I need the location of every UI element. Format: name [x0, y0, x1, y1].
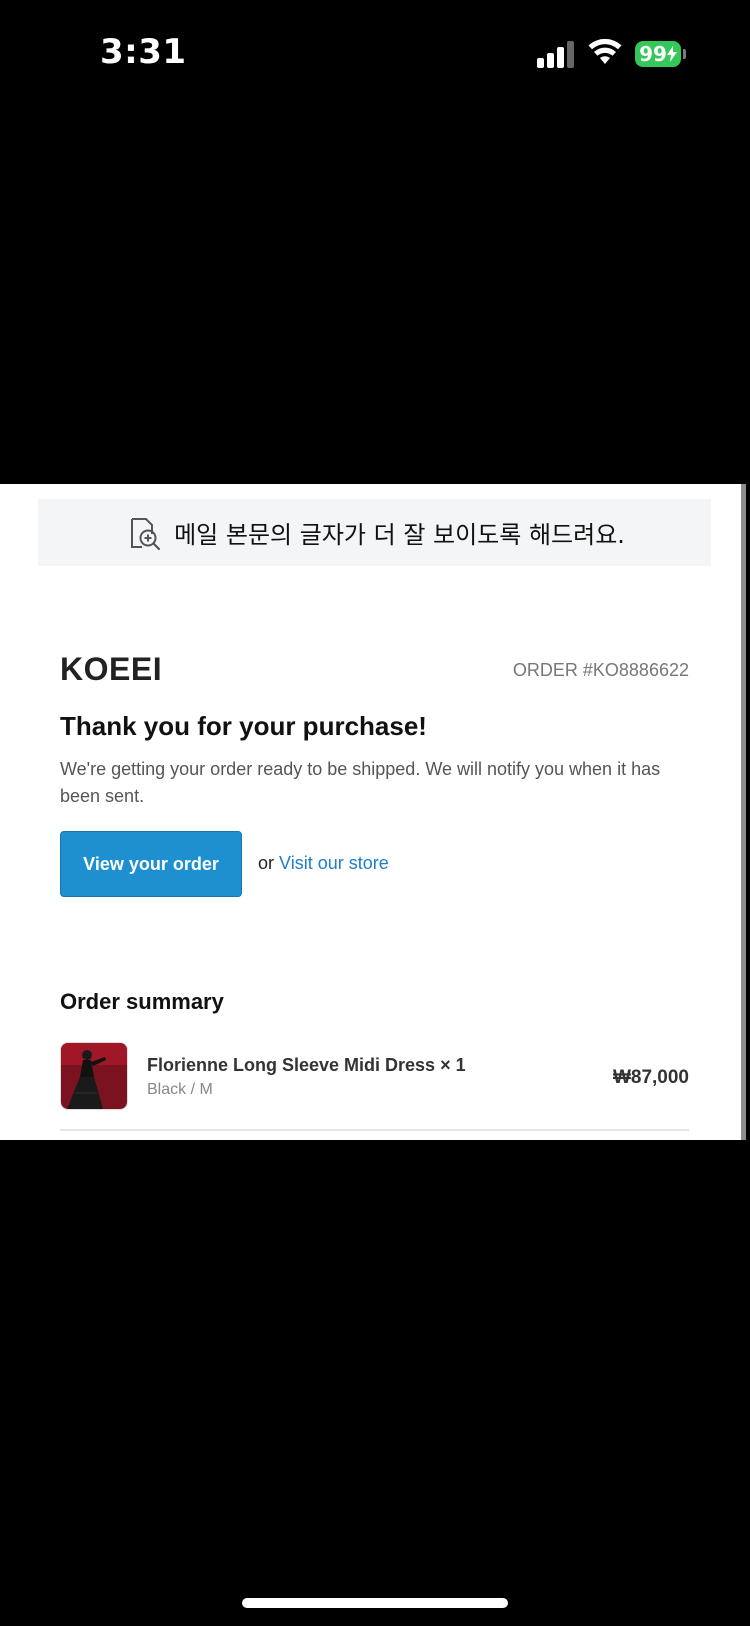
or-text: or [258, 853, 275, 873]
order-summary-heading: Order summary [60, 989, 224, 1014]
battery-cap [683, 49, 686, 59]
zoom-banner-text: 메일 본문의 글자가 더 잘 보이도록 해드려요. [174, 521, 625, 549]
product-price: ₩87,000 [612, 1067, 689, 1088]
charging-bolt-icon [666, 46, 677, 62]
battery-level: 99 [639, 42, 667, 66]
product-thumbnail [60, 1042, 128, 1110]
store-logo: KOEEI [60, 651, 163, 687]
zoom-text-banner[interactable]: 메일 본문의 글자가 더 잘 보이도록 해드려요. [38, 499, 711, 566]
product-name: Florienne Long Sleeve Midi Dress × 1 [147, 1055, 466, 1075]
thank-you-heading: Thank you for your purchase! [60, 711, 427, 741]
zoom-in-document-icon [131, 517, 161, 550]
scrollbar[interactable] [741, 484, 746, 1140]
wifi-icon [588, 38, 622, 64]
home-indicator[interactable] [242, 1598, 508, 1608]
status-bar: 3:31 99 [0, 0, 750, 110]
view-order-button[interactable]: View your order [60, 831, 242, 897]
order-number: ORDER #KO8886622 [512, 660, 689, 680]
cellular-signal-icon [537, 40, 575, 68]
shipping-message: We're getting your order ready to be shi… [60, 759, 661, 806]
status-time: 3:31 [100, 32, 187, 72]
product-variant: Black / M [147, 1081, 213, 1098]
visit-store-link[interactable]: Visit our store [279, 853, 389, 873]
battery-icon: 99 [635, 41, 681, 67]
store-link-line: or Visit our store [258, 853, 389, 874]
summary-divider [60, 1129, 689, 1131]
email-body[interactable]: 메일 본문의 글자가 더 잘 보이도록 해드려요. KOEEI ORDER #K… [0, 484, 741, 1140]
